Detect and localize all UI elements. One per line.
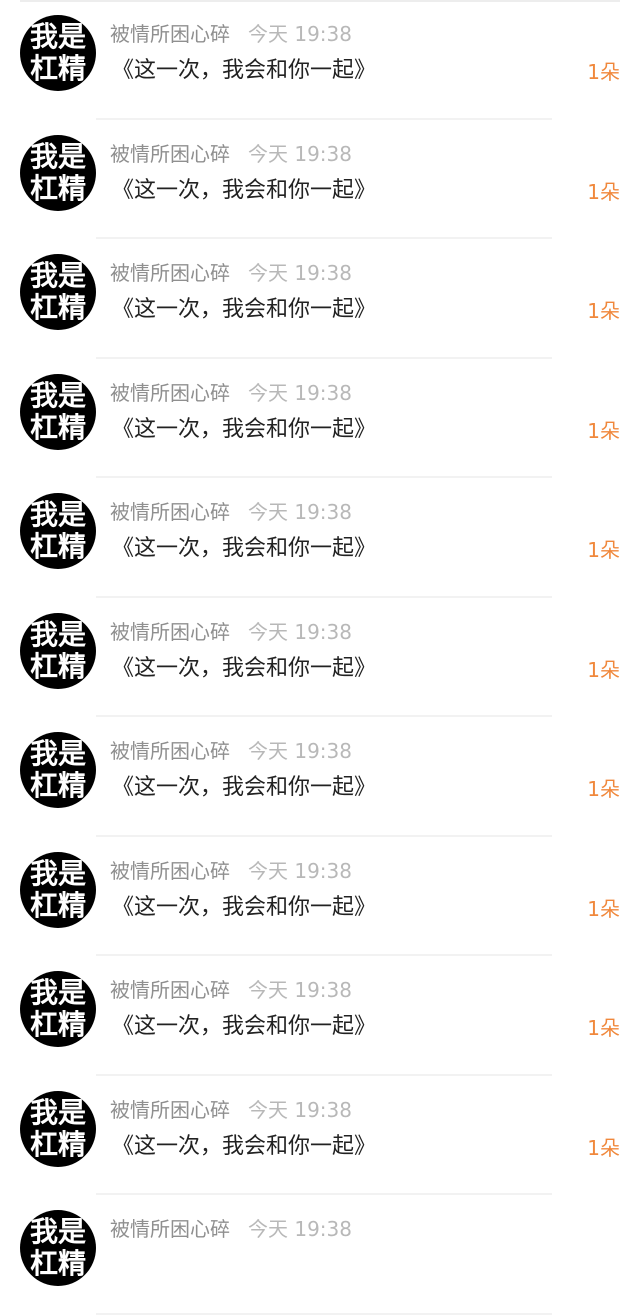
avatar-text-line1: 我是 (29, 139, 86, 173)
avatar-text-line1: 我是 (29, 976, 86, 1009)
avatar[interactable]: 我是 杠精 (20, 493, 96, 569)
message-text: 《这一次，我会和你一起》 (112, 1014, 377, 1039)
avatar-text-line2: 杠精 (29, 769, 86, 802)
message-meta: 被情所困心碎 今天 19:38 (110, 1096, 352, 1124)
avatar-text-line2: 杠精 (29, 888, 86, 922)
avatar-text-line1: 我是 (29, 617, 86, 651)
timestamp: 今天 19:38 (248, 978, 352, 1002)
message-text: 《这一次，我会和你一起》 (112, 297, 377, 322)
message-text: 《这一次，我会和你一起》 (112, 894, 377, 920)
message-text: 《这一次，我会和你一起》 (112, 655, 377, 681)
avatar-text-line2: 杠精 (29, 1247, 86, 1280)
message-meta: 被情所困心碎 今天 19:38 (110, 379, 352, 407)
avatar[interactable]: 我是 杠精 (20, 1090, 96, 1167)
gift-count: 1朵 (587, 1016, 620, 1040)
list-item[interactable]: 我是 杠精 被情所困心碎 今天 19:38 《这一次，我会和你一起》 1朵 (0, 598, 640, 717)
gift-count: 1朵 (587, 60, 620, 84)
avatar[interactable]: 我是 杠精 (20, 134, 96, 211)
message-text: 《这一次，我会和你一起》 (112, 416, 377, 442)
message-text: 《这一次，我会和你一起》 (112, 177, 377, 203)
gift-count: 1朵 (587, 179, 620, 204)
gift-count: 1朵 (587, 538, 620, 562)
avatar[interactable]: 我是 杠精 (20, 971, 96, 1047)
timestamp: 今天 19:38 (248, 1217, 352, 1241)
avatar[interactable]: 我是 杠精 (20, 15, 96, 91)
message-text: 《这一次，我会和你一起》 (112, 58, 377, 83)
message-text: 《这一次，我会和你一起》 (112, 536, 377, 561)
avatar[interactable]: 我是 杠精 (20, 373, 96, 450)
sender-name[interactable]: 被情所困心碎 (110, 140, 230, 168)
avatar-text-line1: 我是 (29, 259, 86, 292)
avatar-text-line1: 我是 (29, 1095, 86, 1129)
avatar[interactable]: 我是 杠精 (20, 612, 96, 689)
timestamp: 今天 19:38 (248, 1097, 352, 1122)
list-item[interactable]: 我是 杠精 被情所困心碎 今天 19:38 《这一次，我会和你一起》 1朵 (0, 837, 640, 956)
gift-count: 1朵 (587, 1135, 620, 1160)
message-meta: 被情所困心碎 今天 19:38 (110, 976, 352, 1004)
message-meta: 被情所困心碎 今天 19:38 (110, 737, 352, 765)
avatar-text-line1: 我是 (29, 737, 86, 770)
message-meta: 被情所困心碎 今天 19:38 (110, 259, 352, 287)
list-item[interactable]: 我是 杠精 被情所困心碎 今天 19:38 《这一次，我会和你一起》 1朵 (0, 956, 640, 1076)
timestamp: 今天 19:38 (248, 261, 352, 285)
message-meta: 被情所困心碎 今天 19:38 (110, 20, 352, 48)
sender-name[interactable]: 被情所困心碎 (110, 379, 230, 407)
timestamp: 今天 19:38 (248, 380, 352, 405)
message-text: 《这一次，我会和你一起》 (112, 1133, 377, 1159)
avatar-text-line2: 杠精 (29, 291, 86, 324)
list-item[interactable]: 我是 杠精 被情所困心碎 今天 19:38 《这一次，我会和你一起》 1朵 (0, 717, 640, 837)
timestamp: 今天 19:38 (248, 141, 352, 166)
timestamp: 今天 19:38 (248, 500, 352, 524)
avatar-text-line1: 我是 (29, 856, 86, 890)
gift-count: 1朵 (587, 299, 620, 323)
list-item[interactable]: 我是 杠精 被情所困心碎 今天 19:38 《这一次，我会和你一起》 1朵 (0, 239, 640, 359)
list-item[interactable]: 我是 杠精 被情所困心碎 今天 19:38 《这一次，我会和你一起》 1朵 (0, 120, 640, 239)
avatar[interactable]: 我是 杠精 (20, 254, 96, 330)
row-divider (96, 1312, 552, 1315)
avatar-text-line2: 杠精 (29, 1127, 86, 1161)
list-item[interactable]: 我是 杠精 被情所困心碎 今天 19:38 《这一次，我会和你一起》 1朵 (0, 359, 640, 478)
gift-count: 1朵 (587, 896, 620, 921)
timestamp: 今天 19:38 (248, 739, 352, 763)
sender-name[interactable]: 被情所困心碎 (110, 498, 230, 526)
gift-count: 1朵 (587, 777, 620, 801)
timestamp: 今天 19:38 (248, 619, 352, 644)
avatar-text-line2: 杠精 (29, 52, 86, 85)
timestamp: 今天 19:38 (248, 22, 352, 46)
avatar-text-line2: 杠精 (29, 1008, 86, 1041)
message-meta: 被情所困心碎 今天 19:38 (110, 857, 352, 885)
gift-count: 1朵 (587, 418, 620, 443)
message-meta: 被情所困心碎 今天 19:38 (110, 618, 352, 646)
message-meta: 被情所困心碎 今天 19:38 (110, 140, 352, 168)
sender-name[interactable]: 被情所困心碎 (110, 976, 230, 1004)
gift-count: 1朵 (587, 657, 620, 682)
avatar[interactable]: 我是 杠精 (20, 732, 96, 808)
sender-name[interactable]: 被情所困心碎 (110, 857, 230, 885)
sender-name[interactable]: 被情所困心碎 (110, 1096, 230, 1124)
avatar-text-line2: 杠精 (29, 649, 86, 683)
list-item[interactable]: 我是 杠精 被情所困心碎 今天 19:38 《这一次，我会和你一起》 1朵 (0, 478, 640, 598)
avatar-text-line2: 杠精 (29, 171, 86, 205)
message-text: 《这一次，我会和你一起》 (112, 775, 377, 800)
avatar-text-line1: 我是 (29, 1215, 86, 1248)
list-item[interactable]: 我是 杠精 被情所困心碎 今天 19:38 《这一次，我会和你一起》 1朵 (0, 0, 640, 120)
list-item[interactable]: 我是 杠精 被情所困心碎 今天 19:38 《这一次，我会和你一起》 1朵 (0, 1076, 640, 1195)
avatar[interactable]: 我是 杠精 (20, 851, 96, 928)
sender-name[interactable]: 被情所困心碎 (110, 737, 230, 765)
gift-message-list: 我是 杠精 被情所困心碎 今天 19:38 《这一次，我会和你一起》 1朵 我是… (0, 0, 640, 1315)
avatar-text-line2: 杠精 (29, 410, 86, 444)
sender-name[interactable]: 被情所困心碎 (110, 618, 230, 646)
sender-name[interactable]: 被情所困心碎 (110, 20, 230, 48)
avatar-text-line2: 杠精 (29, 530, 86, 563)
sender-name[interactable]: 被情所困心碎 (110, 1215, 230, 1243)
avatar[interactable]: 我是 杠精 (20, 1210, 96, 1286)
message-meta: 被情所困心碎 今天 19:38 (110, 498, 352, 526)
avatar-text-line1: 我是 (29, 20, 86, 53)
avatar-text-line1: 我是 (29, 498, 86, 531)
message-meta: 被情所困心碎 今天 19:38 (110, 1215, 352, 1243)
list-item[interactable]: 我是 杠精 被情所困心碎 今天 19:38 (0, 1195, 640, 1315)
timestamp: 今天 19:38 (248, 858, 352, 883)
sender-name[interactable]: 被情所困心碎 (110, 259, 230, 287)
avatar-text-line1: 我是 (29, 378, 86, 412)
